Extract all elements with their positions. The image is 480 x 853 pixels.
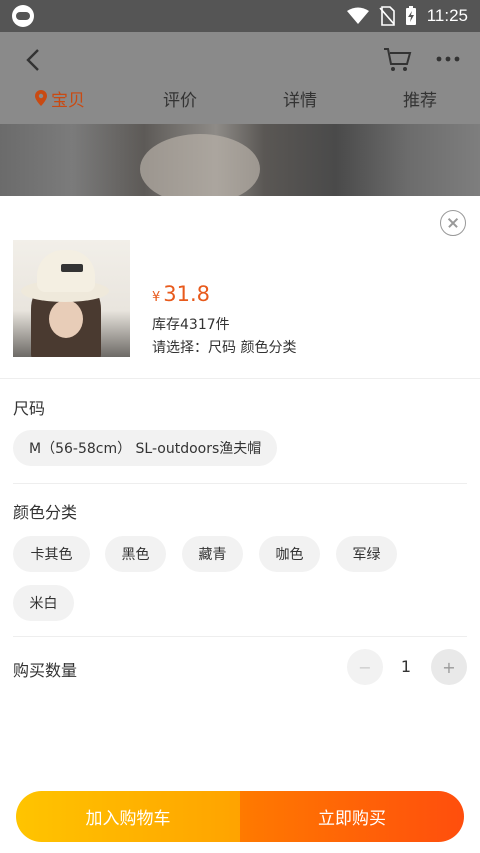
close-icon[interactable] xyxy=(440,210,466,236)
price-value: 31.8 xyxy=(163,282,211,306)
battery-charging-icon xyxy=(405,6,416,25)
tab-label: 推荐 xyxy=(403,90,437,111)
more-icon[interactable] xyxy=(434,44,462,74)
location-pin-icon xyxy=(35,90,47,106)
wifi-icon xyxy=(346,7,369,24)
product-hero-image xyxy=(0,124,480,196)
tab-details[interactable]: 详情 xyxy=(240,82,360,114)
price: ¥ 31.8 xyxy=(152,282,210,306)
color-option[interactable]: 米白 xyxy=(13,585,74,621)
action-buttons: 加入购物车 立即购买 xyxy=(16,791,464,842)
color-section-title: 颜色分类 xyxy=(13,503,78,522)
buy-now-button[interactable]: 立即购买 xyxy=(240,791,464,842)
tab-label: 宝贝 xyxy=(51,90,85,111)
quantity-value[interactable]: 1 xyxy=(396,657,416,676)
add-to-cart-button[interactable]: 加入购物车 xyxy=(16,791,240,842)
color-option[interactable]: 咖色 xyxy=(259,536,320,572)
divider xyxy=(13,483,467,484)
divider xyxy=(13,636,467,637)
status-bar: 11:25 xyxy=(0,0,480,32)
color-option[interactable]: 卡其色 xyxy=(13,536,90,572)
tab-recommend[interactable]: 推荐 xyxy=(360,82,480,114)
back-icon[interactable] xyxy=(20,44,48,76)
color-option[interactable]: 藏青 xyxy=(182,536,243,572)
tab-baobei[interactable]: 宝贝 xyxy=(0,82,120,114)
currency-symbol: ¥ xyxy=(152,290,161,305)
quantity-decrease-button[interactable]: − xyxy=(347,649,383,685)
selection-hint: 请选择：尺码 颜色分类 xyxy=(152,340,297,356)
quantity-increase-button[interactable]: + xyxy=(431,649,467,685)
tab-label: 评价 xyxy=(163,90,197,111)
color-option[interactable]: 军绿 xyxy=(336,536,397,572)
status-time: 11:25 xyxy=(426,6,468,25)
no-sim-icon xyxy=(379,6,395,26)
size-option[interactable]: M（56-58cm） SL-outdoors渔夫帽 xyxy=(13,430,278,466)
product-nav-bar xyxy=(0,32,480,88)
app-notification-icon xyxy=(12,5,34,27)
quantity-label: 购买数量 xyxy=(13,661,78,680)
tab-reviews[interactable]: 评价 xyxy=(120,82,240,114)
stock-count: 库存4317件 xyxy=(152,317,230,333)
color-option[interactable]: 黑色 xyxy=(105,536,166,572)
cart-icon[interactable] xyxy=(382,44,412,74)
size-section-title: 尺码 xyxy=(13,399,46,418)
tab-label: 详情 xyxy=(283,90,317,111)
sku-bottom-sheet: ¥ 31.8 库存4317件 请选择：尺码 颜色分类 尺码 M（56-58cm）… xyxy=(0,196,480,853)
product-tabs: 宝贝 评价 详情 推荐 xyxy=(0,82,480,114)
divider xyxy=(0,378,480,379)
product-page-background: 宝贝 评价 详情 推荐 xyxy=(0,32,480,196)
product-thumbnail[interactable] xyxy=(13,240,130,357)
